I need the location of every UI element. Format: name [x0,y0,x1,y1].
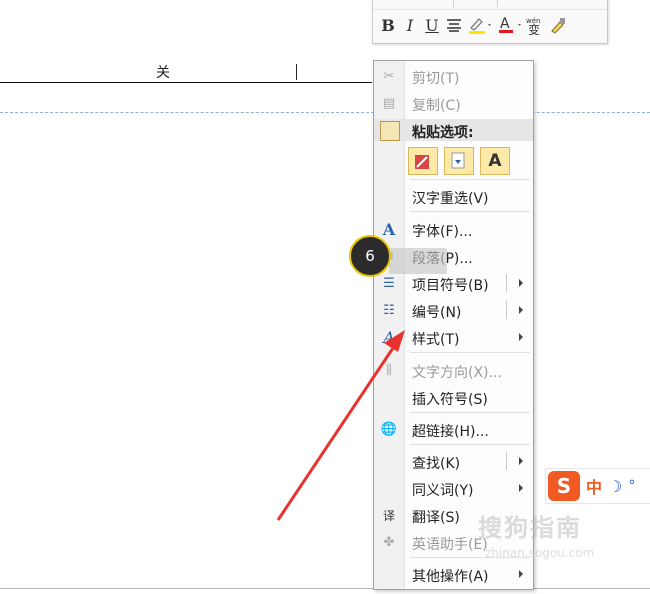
watermark-title: 搜狗指南 [478,514,582,542]
sogou-logo-icon: S [548,471,580,501]
watermark-url: zhinan.sogou.com [485,546,595,560]
punctuation-icon[interactable]: ° [628,478,635,494]
ime-chinese-mode[interactable]: 中 [586,474,602,498]
annotation-arrow [276,330,405,521]
ime-status-bar[interactable]: S 中 ☽ ° [545,468,650,504]
moon-icon[interactable]: ☽ [608,477,622,496]
